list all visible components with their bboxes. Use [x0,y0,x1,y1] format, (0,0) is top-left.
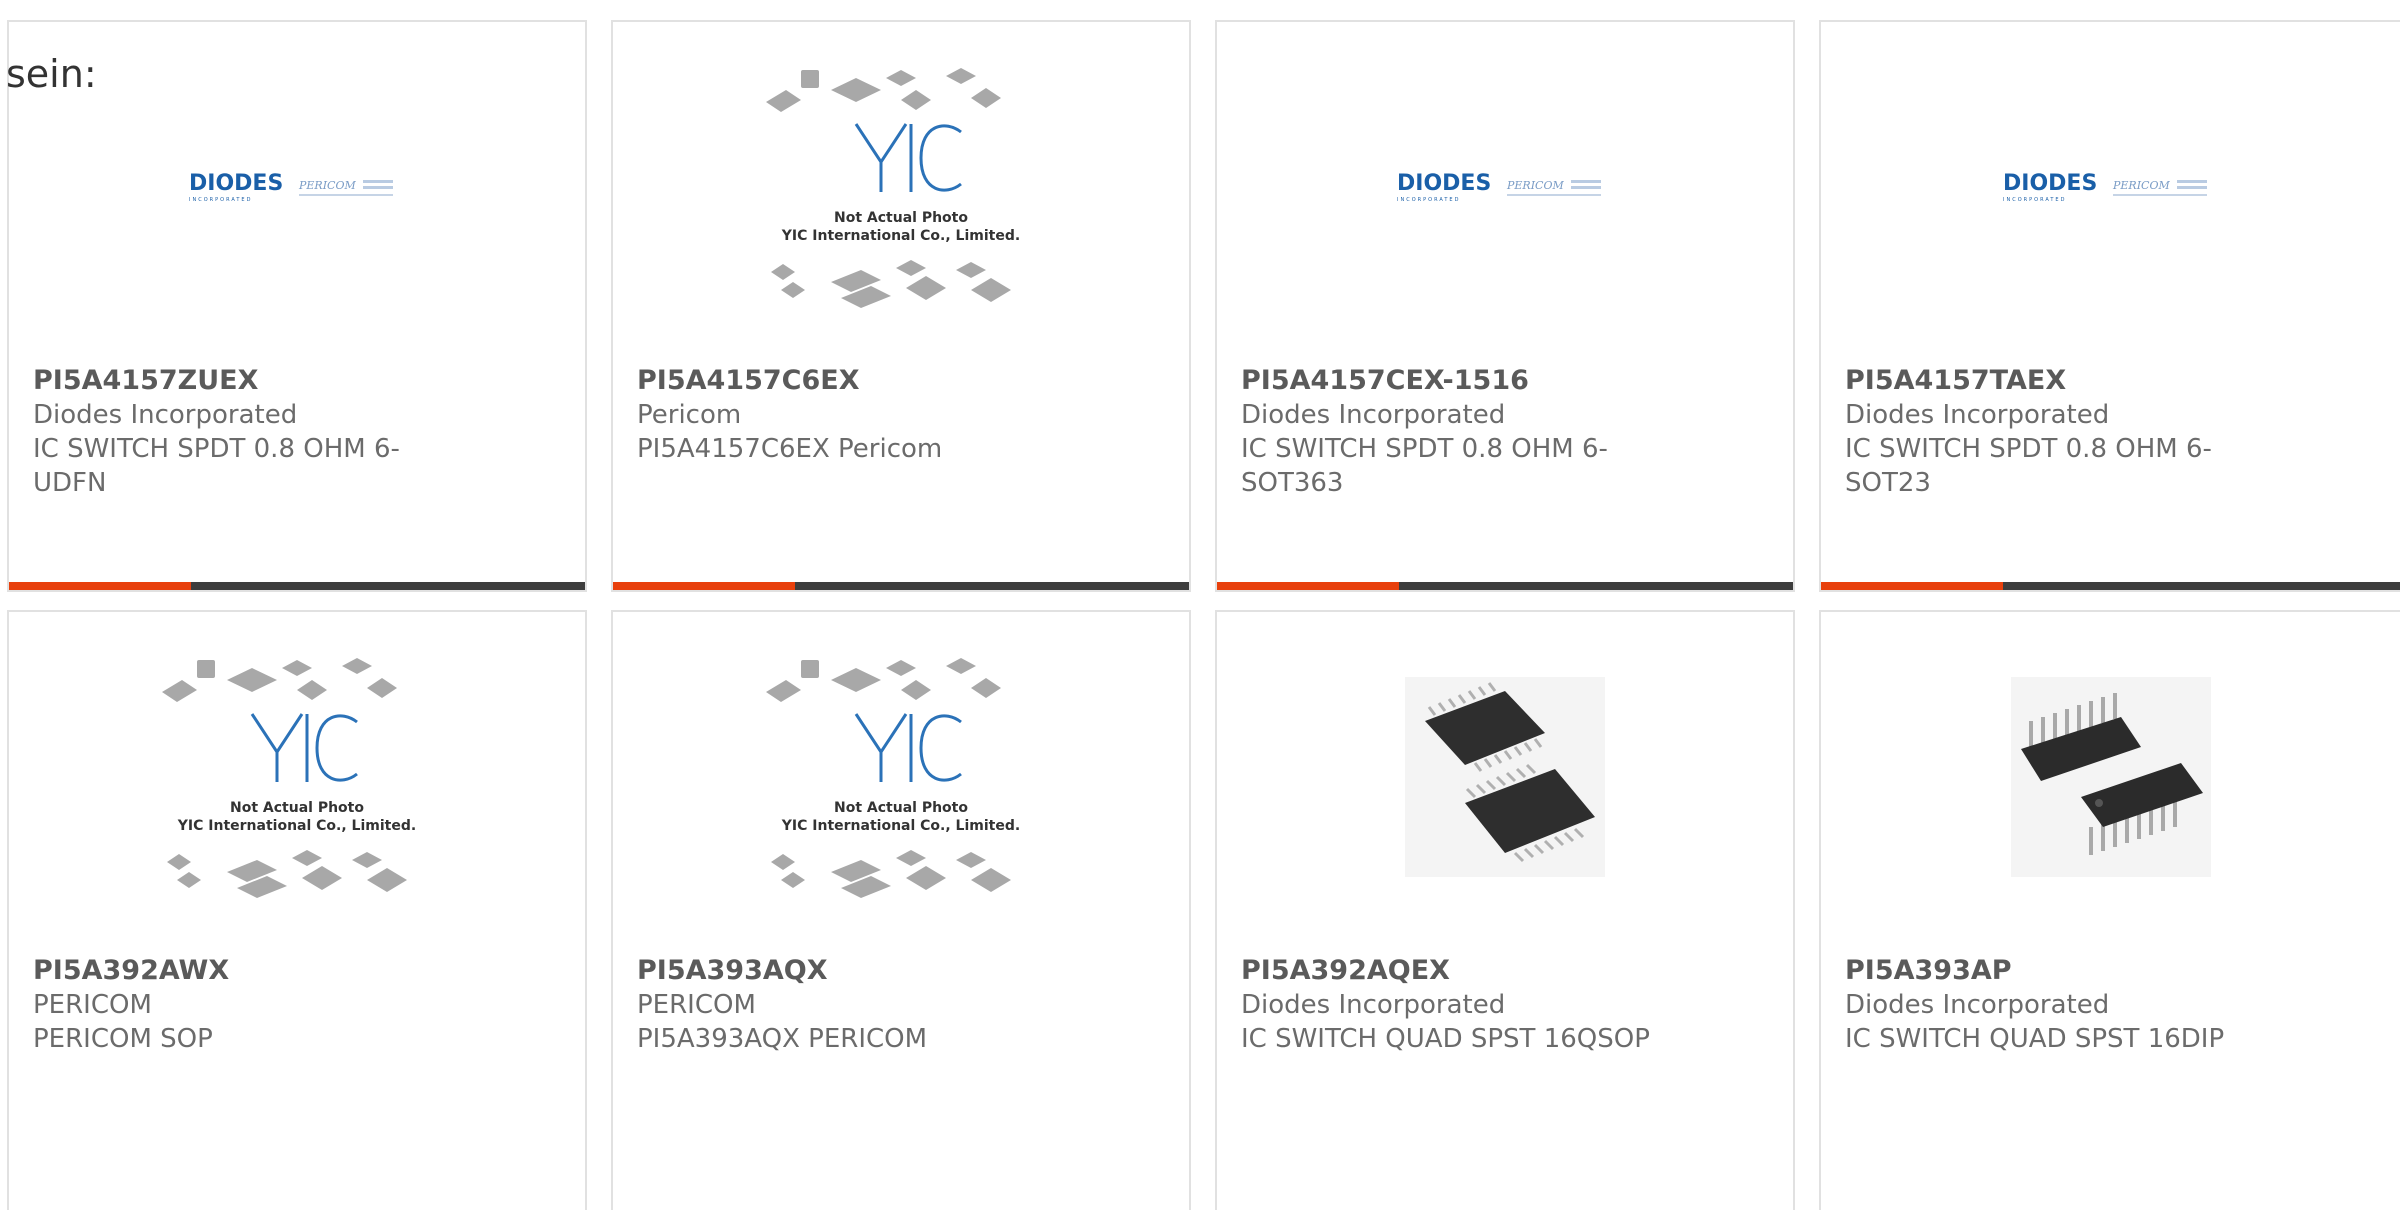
product-image[interactable] [1217,612,1793,942]
diodes-pericom-logo-icon: DIODES INCORPORATED PERICOM [189,171,393,203]
product-image[interactable]: Not Actual Photo YIC International Co., … [613,612,1189,942]
description: IC SWITCH SPDT 0.8 OHM 6-UDFN [33,434,400,498]
part-number-link[interactable]: PI5A4157TAEX [1845,364,2265,398]
product-info: PI5A392AQEX Diodes Incorporated IC SWITC… [1241,954,1661,1056]
part-number-link[interactable]: PI5A4157CEX-1516 [1241,364,1661,398]
description: IC SWITCH QUAD SPST 16QSOP [1241,1024,1650,1054]
product-info: PI5A393AQX PERICOM PI5A393AQX PERICOM [637,954,1057,1056]
card-accent-bar [9,582,585,590]
manufacturer: Pericom [637,400,742,430]
product-grid: sein: DIODES INCORPORATED PERICOM PI5A41… [0,0,2400,1210]
product-image[interactable]: Not Actual Photo YIC International Co., … [9,612,585,942]
manufacturer: Diodes Incorporated [1845,990,2110,1020]
product-card[interactable]: Not Actual Photo YIC International Co., … [611,20,1191,592]
logo-diodes-text: DIODES [2003,171,2097,196]
diodes-pericom-logo-icon: DIODES INCORPORATED PERICOM [2003,171,2207,203]
placeholder-line2: YIC International Co., Limited. [177,818,416,834]
manufacturer: PERICOM [33,990,152,1020]
placeholder-line1: Not Actual Photo [834,800,968,816]
product-card[interactable]: PI5A393AP Diodes Incorporated IC SWITCH … [1819,610,2400,1210]
logo-diodes-sub: INCORPORATED [1397,197,1460,203]
product-image[interactable]: Not Actual Photo YIC International Co., … [613,22,1189,352]
product-info: PI5A4157C6EX Pericom PI5A4157C6EX Perico… [637,364,1057,466]
qsop-chip-photo-icon [1405,677,1605,877]
product-card[interactable]: DIODES INCORPORATED PERICOM PI5A4157CEX-… [1215,20,1795,592]
product-info: PI5A4157CEX-1516 Diodes Incorporated IC … [1241,364,1661,500]
placeholder-line1: Not Actual Photo [834,210,968,226]
product-info: PI5A393AP Diodes Incorporated IC SWITCH … [1845,954,2265,1056]
product-info: PI5A4157ZUEX Diodes Incorporated IC SWIT… [33,364,453,500]
product-info: PI5A4157TAEX Diodes Incorporated IC SWIT… [1845,364,2265,500]
product-card[interactable]: PI5A392AQEX Diodes Incorporated IC SWITC… [1215,610,1795,1210]
placeholder-line1: Not Actual Photo [230,800,364,816]
diodes-pericom-logo-icon: DIODES INCORPORATED PERICOM [1397,171,1601,203]
logo-diodes-sub: INCORPORATED [2003,197,2066,203]
yic-placeholder-icon: Not Actual Photo YIC International Co., … [162,658,416,898]
product-image[interactable]: DIODES INCORPORATED PERICOM [1217,22,1793,352]
description: IC SWITCH SPDT 0.8 OHM 6-SOT23 [1845,434,2212,498]
yic-placeholder-icon: Not Actual Photo YIC International Co., … [766,658,1020,898]
product-image[interactable]: DIODES INCORPORATED PERICOM [1821,22,2400,352]
logo-diodes-sub: INCORPORATED [189,197,252,203]
description: PERICOM SOP [33,1024,213,1054]
placeholder-line2: YIC International Co., Limited. [781,228,1020,244]
manufacturer: Diodes Incorporated [1241,990,1506,1020]
product-card[interactable]: Not Actual Photo YIC International Co., … [7,610,587,1210]
product-info: PI5A392AWX PERICOM PERICOM SOP [33,954,453,1056]
description: PI5A4157C6EX Pericom [637,434,943,464]
part-number-link[interactable]: PI5A392AQEX [1241,954,1661,988]
dip-chip-photo-icon [2011,677,2211,877]
product-image[interactable] [1821,612,2400,942]
manufacturer: Diodes Incorporated [33,400,298,430]
product-card[interactable]: DIODES INCORPORATED PERICOM PI5A4157ZUEX… [7,20,587,592]
part-number-link[interactable]: PI5A4157C6EX [637,364,1057,398]
part-number-link[interactable]: PI5A393AQX [637,954,1057,988]
manufacturer: Diodes Incorporated [1241,400,1506,430]
yic-placeholder-icon: Not Actual Photo YIC International Co., … [766,68,1020,308]
part-number-link[interactable]: PI5A393AP [1845,954,2265,988]
logo-pericom-text: PERICOM [2112,179,2170,192]
description: IC SWITCH QUAD SPST 16DIP [1845,1024,2225,1054]
logo-diodes-text: DIODES [1397,171,1491,196]
card-accent-bar [1821,582,2400,590]
logo-pericom-text: PERICOM [298,179,356,192]
heading-fragment: sein: [6,52,97,96]
placeholder-line2: YIC International Co., Limited. [781,818,1020,834]
description: IC SWITCH SPDT 0.8 OHM 6-SOT363 [1241,434,1608,498]
part-number-link[interactable]: PI5A392AWX [33,954,453,988]
product-card[interactable]: DIODES INCORPORATED PERICOM PI5A4157TAEX… [1819,20,2400,592]
logo-diodes-text: DIODES [189,171,283,196]
logo-pericom-text: PERICOM [1506,179,1564,192]
description: PI5A393AQX PERICOM [637,1024,928,1054]
product-card[interactable]: Not Actual Photo YIC International Co., … [611,610,1191,1210]
part-number-link[interactable]: PI5A4157ZUEX [33,364,453,398]
card-accent-bar [1217,582,1793,590]
manufacturer: Diodes Incorporated [1845,400,2110,430]
card-accent-bar [613,582,1189,590]
manufacturer: PERICOM [637,990,756,1020]
